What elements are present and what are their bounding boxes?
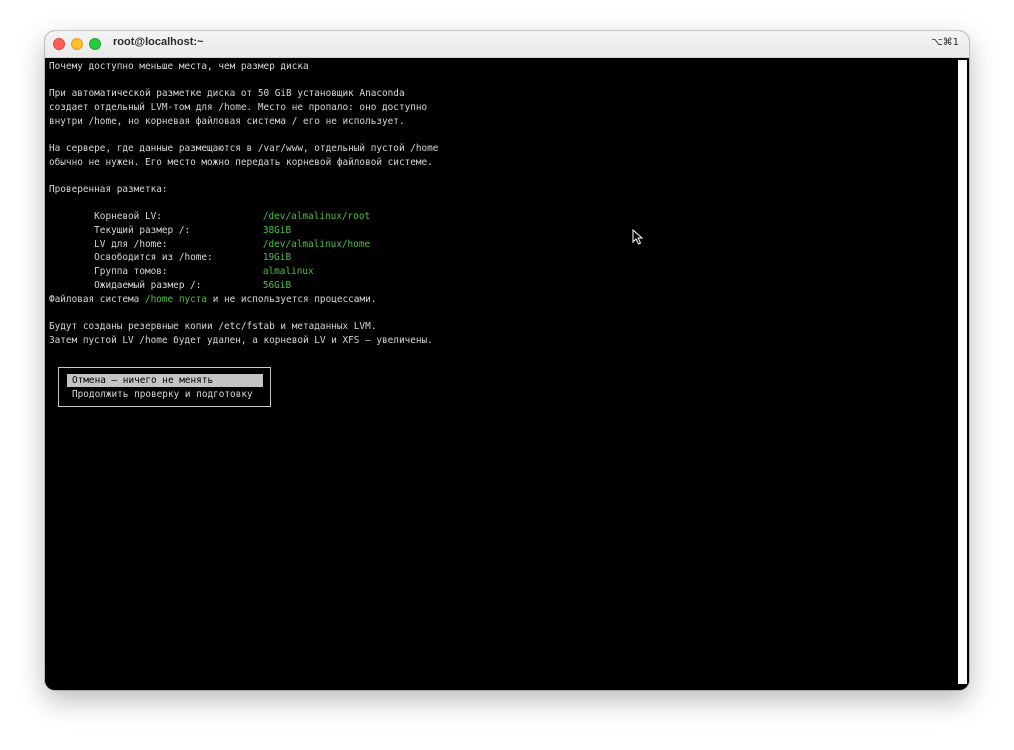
text-line: создает отдельный LVM-том для /home. Мес… [49,102,428,113]
layout-value: 56GiB [262,280,292,291]
title-bar[interactable]: root@localhost:~ ⌥⌘1 [45,31,969,58]
dialog-heading: Почему доступно меньше места, чем размер… [49,61,309,72]
text-line: При автоматической разметке диска от 50 … [49,88,405,99]
fs-suffix: и не используется процессами. [207,294,377,305]
menu-option-cancel[interactable]: Отмена — ничего не менять [67,374,263,387]
action-menu: Отмена — ничего не менять Продолжить про… [58,367,271,407]
text-line: Будут созданы резервные копии /etc/fstab… [49,321,377,332]
minimize-button[interactable] [71,38,83,50]
text-line: внутри /home, но корневая файловая систе… [49,116,405,127]
scrollbar[interactable] [958,60,967,684]
close-button[interactable] [53,38,65,50]
fs-prefix: Файловая система [49,294,145,305]
maximize-button[interactable] [89,38,101,50]
text-line: На сервере, где данные размещаются в /va… [49,143,439,154]
window-shortcut: ⌥⌘1 [931,37,959,48]
filesystem-status: Файловая система /home пуста и не исполь… [49,293,376,306]
text-line: Затем пустой LV /home будет удален, а ко… [49,335,433,346]
layout-key: Ожидаемый размер /: [82,280,202,291]
layout-title: Проверенная разметка: [49,184,168,195]
menu-option-continue[interactable]: Продолжить проверку и подготовку [67,388,263,401]
text-line: обычно не нужен. Его место можно передат… [49,157,433,168]
terminal-window: root@localhost:~ ⌥⌘1 Почему доступно мен… [45,31,969,690]
mouse-pointer-icon [632,229,644,245]
window-title: root@localhost:~ [113,36,204,48]
fs-highlight: /home пуста [144,294,208,305]
terminal-content[interactable]: Почему доступно меньше места, чем размер… [45,58,969,690]
